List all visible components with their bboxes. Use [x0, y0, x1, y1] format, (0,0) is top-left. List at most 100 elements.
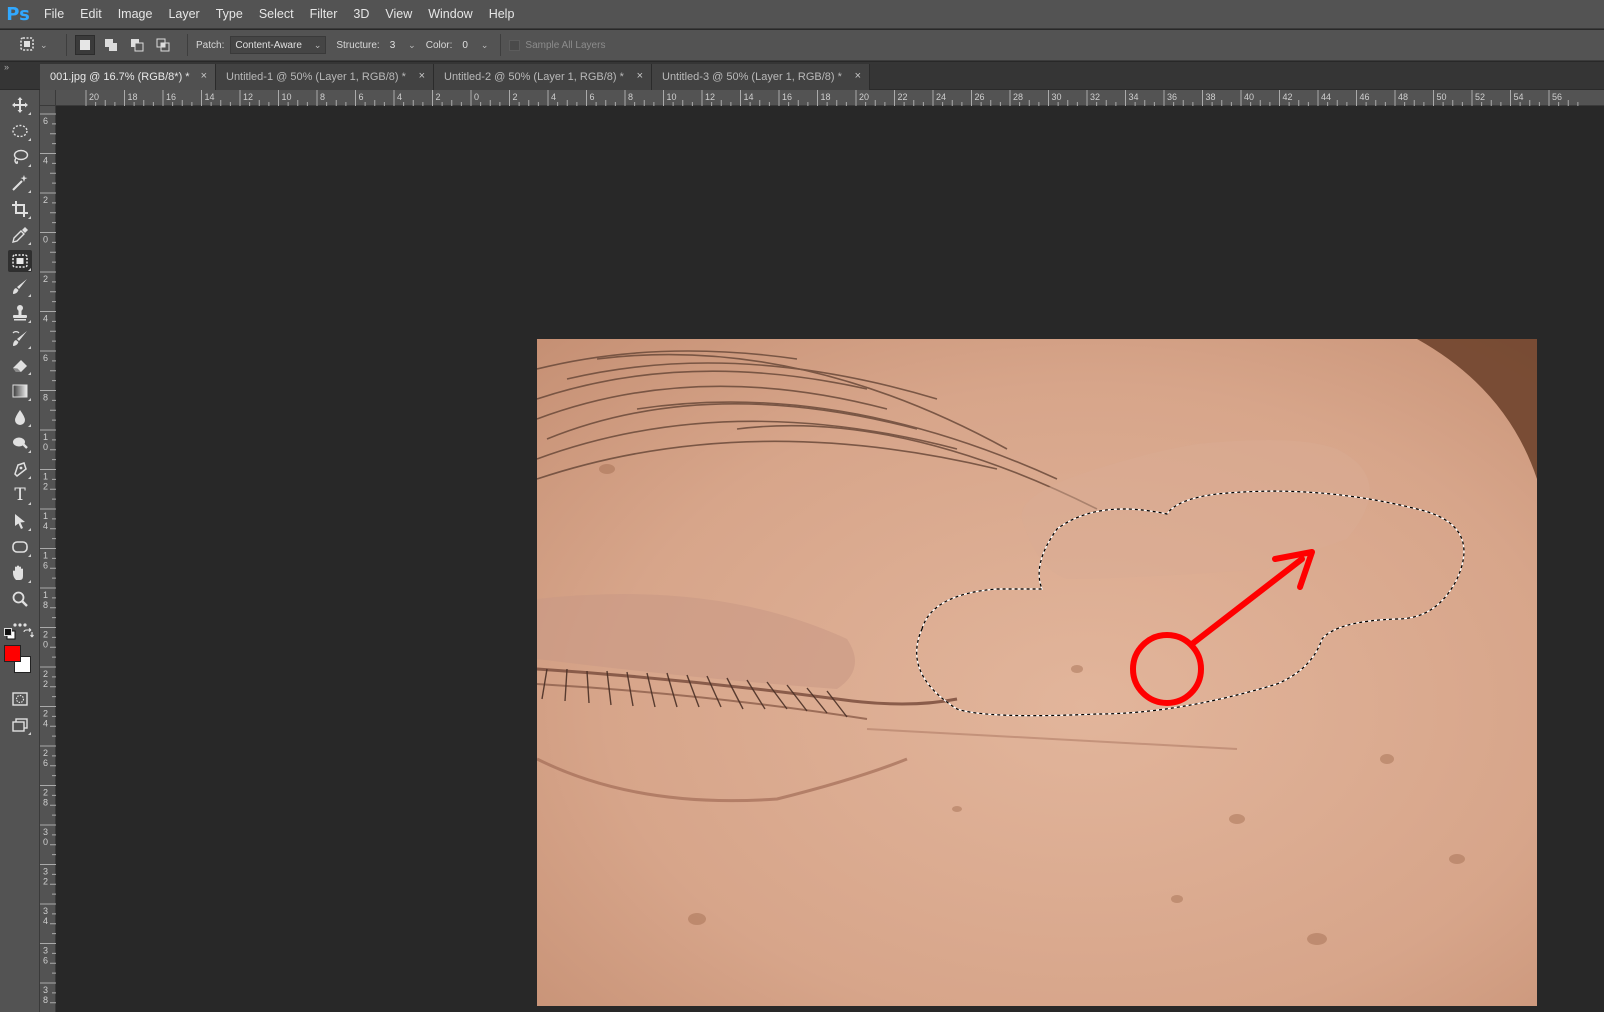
swap-colors-icon	[23, 628, 34, 638]
magic-wand-tool[interactable]	[8, 172, 32, 194]
tab-label: 001.jpg @ 16.7% (RGB/8*) *	[50, 71, 190, 83]
ruler-label: 2	[43, 274, 48, 284]
ruler-label: 4	[43, 156, 48, 166]
menu-edit[interactable]: Edit	[72, 0, 110, 29]
menu-file[interactable]: File	[36, 0, 72, 29]
ruler-label: 34	[1129, 92, 1139, 102]
document-canvas[interactable]	[537, 339, 1537, 1006]
hand-tool[interactable]	[8, 562, 32, 584]
ruler-label: 56	[1552, 92, 1562, 102]
ruler-label: 16	[782, 92, 792, 102]
intersect-selection-button[interactable]	[153, 35, 173, 55]
chevron-down-icon: ⌄	[313, 39, 322, 50]
ruler-label: 10	[282, 92, 292, 102]
tab-label: Untitled-2 @ 50% (Layer 1, RGB/8) *	[444, 71, 624, 83]
patch-mode-value: Content-Aware	[235, 39, 302, 51]
menu-window[interactable]: Window	[420, 0, 480, 29]
menu-help[interactable]: Help	[481, 0, 523, 29]
close-icon[interactable]: ×	[637, 70, 643, 82]
lasso-tool[interactable]	[8, 146, 32, 168]
ruler-label: 20	[859, 92, 869, 102]
dodge-tool-icon	[13, 437, 28, 449]
ruler-label: 2	[43, 482, 48, 492]
tab-untitled-2[interactable]: Untitled-2 @ 50% (Layer 1, RGB/8) * ×	[434, 64, 652, 90]
ruler-label: 16	[166, 92, 176, 102]
ruler-label: 3	[43, 827, 48, 837]
sample-all-layers-checkbox[interactable]	[509, 39, 521, 51]
ruler-label: 10	[667, 92, 677, 102]
ruler-label: 6	[43, 116, 48, 126]
structure-input[interactable]: 3 ⌄	[386, 36, 420, 54]
ruler-label: 1	[43, 590, 48, 600]
menu-3d[interactable]: 3D	[345, 0, 377, 29]
dodge-tool[interactable]	[8, 432, 32, 454]
screen-mode-button[interactable]	[8, 714, 32, 736]
ruler-label: 6	[359, 92, 364, 102]
pen-tool-icon	[14, 462, 27, 477]
eraser-tool[interactable]	[8, 354, 32, 376]
ruler-label: 0	[43, 442, 48, 452]
menu-type[interactable]: Type	[208, 0, 251, 29]
default-colors-button[interactable]	[4, 627, 16, 640]
ruler-label: 8	[628, 92, 633, 102]
quick-mask-button[interactable]	[8, 688, 32, 710]
menu-layer[interactable]: Layer	[160, 0, 207, 29]
swap-colors-button[interactable]	[22, 627, 34, 639]
ruler-label: 3	[43, 867, 48, 877]
tab-untitled-3[interactable]: Untitled-3 @ 50% (Layer 1, RGB/8) * ×	[652, 64, 870, 90]
patch-tool[interactable]	[8, 250, 32, 272]
color-input[interactable]: 0 ⌄	[458, 36, 492, 54]
shape-tool[interactable]	[8, 536, 32, 558]
gradient-tool[interactable]	[8, 380, 32, 402]
new-selection-button[interactable]	[75, 35, 95, 55]
brush-tool[interactable]	[8, 276, 32, 298]
ruler-label: 14	[205, 92, 215, 102]
patch-tool-icon	[18, 35, 36, 56]
ruler-label: 2	[43, 195, 48, 205]
canvas-workspace[interactable]	[57, 107, 1604, 1012]
ruler-label: 8	[320, 92, 325, 102]
eyedropper-tool[interactable]	[8, 224, 32, 246]
magic-wand-tool-icon	[12, 175, 28, 191]
move-tool[interactable]	[8, 94, 32, 116]
menu-filter[interactable]: Filter	[302, 0, 346, 29]
add-to-selection-button[interactable]	[101, 35, 121, 55]
menu-image[interactable]: Image	[110, 0, 161, 29]
ruler-label: 2	[43, 679, 48, 689]
ruler-label: 18	[128, 92, 138, 102]
ruler-origin[interactable]	[40, 90, 56, 106]
ruler-label: 2	[436, 92, 441, 102]
ruler-label: 2	[43, 630, 48, 640]
ruler-left[interactable]: 64202468101214161820222426283032343638	[40, 106, 56, 1012]
blur-tool[interactable]	[8, 406, 32, 428]
ruler-label: 20	[89, 92, 99, 102]
collapse-panel-icon[interactable]: »	[4, 62, 9, 72]
tab-001-jpg[interactable]: 001.jpg @ 16.7% (RGB/8*) * ×	[40, 64, 216, 90]
type-tool[interactable]: T	[8, 484, 32, 506]
ruler-label: 1	[43, 472, 48, 482]
menu-view[interactable]: View	[377, 0, 420, 29]
tool-preset-picker[interactable]: ⌄	[18, 33, 58, 57]
close-icon[interactable]: ×	[419, 70, 425, 82]
crop-tool[interactable]	[8, 198, 32, 220]
ruler-label: 8	[43, 798, 48, 808]
close-icon[interactable]: ×	[855, 70, 861, 82]
close-icon[interactable]: ×	[201, 70, 207, 82]
clone-stamp-tool[interactable]	[8, 302, 32, 324]
menu-select[interactable]: Select	[251, 0, 302, 29]
patch-mode-select[interactable]: Content-Aware ⌄	[230, 36, 327, 54]
intersect-selection-icon	[156, 38, 170, 52]
ruler-label: 4	[43, 719, 48, 729]
document-tab-bar: » 001.jpg @ 16.7% (RGB/8*) * × Untitled-…	[0, 62, 1604, 90]
tab-untitled-1[interactable]: Untitled-1 @ 50% (Layer 1, RGB/8) * ×	[216, 64, 434, 90]
path-selection-tool[interactable]	[8, 510, 32, 532]
zoom-tool[interactable]	[8, 588, 32, 610]
ruler-top[interactable]: 20 18 16 14 12 10 8 6 4 2 0 2 4 6 8 10 12 14 16 18 20 22 24 26 2…	[56, 90, 1604, 106]
marquee-tool[interactable]	[8, 120, 32, 142]
pen-tool[interactable]	[8, 458, 32, 480]
history-brush-tool[interactable]	[8, 328, 32, 350]
ruler-label: 2	[43, 748, 48, 758]
color-value: 0	[462, 39, 468, 51]
foreground-color-swatch[interactable]	[4, 645, 21, 662]
subtract-from-selection-button[interactable]	[127, 35, 147, 55]
